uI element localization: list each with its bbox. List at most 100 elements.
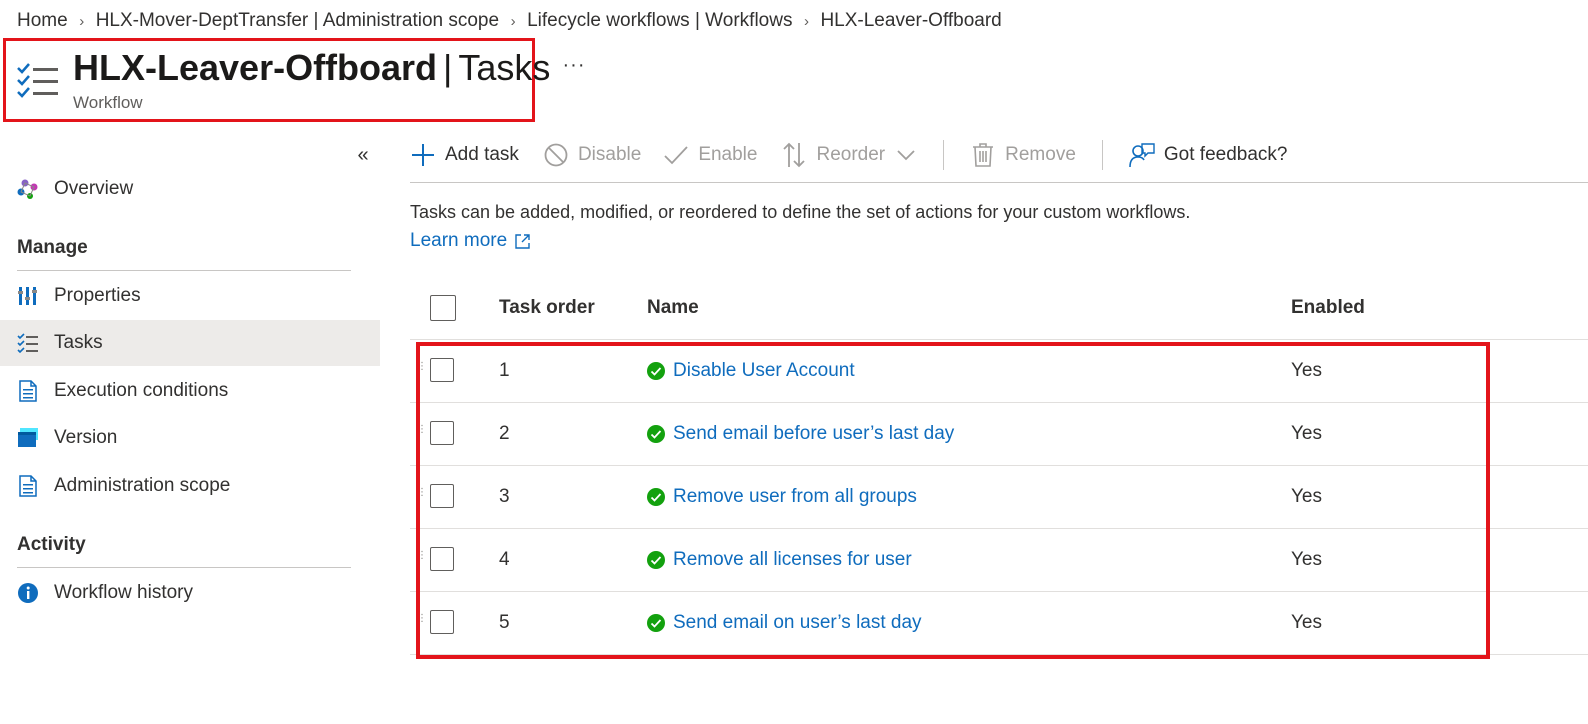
more-options-button[interactable]: ··· [562, 54, 586, 78]
trash-icon [970, 142, 996, 168]
page-title: HLX-Leaver-Offboard | Tasks [73, 46, 550, 90]
add-task-button[interactable]: Add task [410, 137, 519, 173]
task-name-link[interactable]: Send email on user’s last day [673, 612, 922, 634]
drag-handle-icon[interactable]: ⋮ [417, 551, 427, 567]
block-icon [543, 142, 569, 168]
task-name-cell: Send email on user’s last day [647, 612, 922, 634]
select-all-checkbox[interactable] [430, 295, 456, 321]
toolbar-divider [410, 182, 1588, 183]
row-checkbox[interactable] [430, 421, 454, 445]
task-name-cell: Send email before user’s last day [647, 423, 954, 445]
reorder-arrows-icon [781, 142, 807, 168]
task-order: 1 [499, 360, 510, 381]
document-icon [17, 475, 39, 497]
page-description: Tasks can be added, modified, or reorder… [410, 202, 1191, 222]
breadcrumb-current[interactable]: HLX-Leaver-Offboard [820, 10, 1001, 32]
task-enabled: Yes [1291, 486, 1322, 507]
task-name-link[interactable]: Send email before user’s last day [673, 423, 954, 445]
chevron-right-icon: › [79, 12, 85, 30]
task-list-icon [17, 332, 39, 354]
sidebar-item-label: Overview [54, 178, 134, 199]
remove-button[interactable]: Remove [970, 137, 1076, 173]
properties-icon [17, 285, 39, 307]
task-name-cell: Disable User Account [647, 360, 855, 382]
task-order: 3 [499, 486, 510, 507]
table-row[interactable]: ⋮ 1 Disable User Account Yes [410, 340, 1588, 403]
page-subtitle: Workflow [73, 93, 143, 112]
toolbar-separator [943, 140, 945, 170]
page-title-section: Tasks [458, 47, 551, 88]
chevron-right-icon: › [803, 12, 809, 30]
add-task-label: Add task [445, 144, 519, 165]
learn-more-label: Learn more [410, 230, 508, 251]
task-name-cell: Remove all licenses for user [647, 549, 912, 571]
task-name-link[interactable]: Remove user from all groups [673, 486, 917, 508]
sidebar-item-label: Tasks [54, 332, 103, 353]
enable-label: Enable [698, 144, 758, 165]
learn-more-link[interactable]: Learn more [410, 230, 530, 252]
reorder-button[interactable]: Reorder [781, 137, 915, 173]
task-name-cell: Remove user from all groups [647, 486, 917, 508]
breadcrumb-workflows[interactable]: Lifecycle workflows | Workflows [527, 10, 792, 32]
table-row[interactable]: ⋮ 2 Send email before user’s last day Ye… [410, 403, 1588, 466]
toolbar: Add task Disable Enable Reorder Remove G… [410, 137, 1287, 173]
row-checkbox[interactable] [430, 610, 454, 634]
row-checkbox[interactable] [430, 547, 454, 571]
column-header-name[interactable]: Name [647, 297, 699, 319]
chevron-down-icon [897, 149, 915, 161]
task-list-icon [16, 60, 60, 100]
sidebar-item-label: Administration scope [54, 475, 231, 496]
feedback-button[interactable]: Got feedback? [1129, 137, 1288, 173]
remove-label: Remove [1005, 144, 1076, 165]
disable-label: Disable [577, 144, 642, 165]
sidebar-item-label: Properties [54, 285, 141, 306]
document-icon [17, 380, 39, 402]
feedback-label: Got feedback? [1163, 144, 1288, 165]
sidebar-item-tasks[interactable]: Tasks [0, 320, 380, 366]
reorder-label: Reorder [816, 144, 886, 165]
row-checkbox[interactable] [430, 358, 454, 382]
enable-button[interactable]: Enable [663, 137, 757, 173]
sidebar-item-administration-scope[interactable]: Administration scope [0, 463, 380, 509]
check-circle-icon [647, 614, 665, 632]
task-order: 4 [499, 549, 510, 570]
page-title-divider: | [443, 47, 453, 88]
toolbar-separator [1101, 140, 1103, 170]
table-row[interactable]: ⋮ 4 Remove all licenses for user Yes [410, 529, 1588, 592]
drag-handle-icon[interactable]: ⋮ [417, 362, 427, 378]
sidebar-divider [17, 567, 351, 568]
check-circle-icon [647, 425, 665, 443]
sidebar-item-execution-conditions[interactable]: Execution conditions [0, 368, 380, 414]
sidebar-item-workflow-history[interactable]: Workflow history [0, 570, 380, 616]
drag-handle-icon[interactable]: ⋮ [417, 425, 427, 441]
sidebar-item-label: Version [54, 427, 118, 448]
breadcrumb-home[interactable]: Home [17, 10, 68, 32]
task-name-link[interactable]: Remove all licenses for user [673, 549, 912, 571]
disable-button[interactable]: Disable [543, 137, 641, 173]
drag-handle-icon[interactable]: ⋮ [417, 614, 427, 630]
task-enabled: Yes [1291, 612, 1322, 633]
collapse-sidebar-button[interactable]: « [352, 144, 374, 168]
task-order: 2 [499, 423, 510, 444]
task-order: 5 [499, 612, 510, 633]
table-row[interactable]: ⋮ 5 Send email on user’s last day Yes [410, 592, 1588, 655]
sidebar-item-overview[interactable]: Overview [0, 166, 380, 212]
task-name-link[interactable]: Disable User Account [673, 360, 855, 382]
version-icon [17, 427, 39, 449]
drag-handle-icon[interactable]: ⋮ [417, 488, 427, 504]
page-title-main: HLX-Leaver-Offboard [73, 47, 438, 88]
sidebar-item-properties[interactable]: Properties [0, 273, 380, 319]
info-icon [17, 582, 39, 604]
column-header-enabled[interactable]: Enabled [1291, 297, 1365, 319]
sidebar-section-manage: Manage [17, 237, 88, 258]
row-checkbox[interactable] [430, 484, 454, 508]
table-row[interactable]: ⋮ 3 Remove user from all groups Yes [410, 466, 1588, 529]
breadcrumb-admin-scope[interactable]: HLX-Mover-DeptTransfer | Administration … [96, 10, 499, 32]
chevron-right-icon: › [510, 12, 516, 30]
sidebar-item-version[interactable]: Version [0, 415, 380, 461]
sidebar-item-label: Execution conditions [54, 380, 229, 401]
sidebar-item-label: Workflow history [54, 582, 194, 603]
task-enabled: Yes [1291, 423, 1322, 444]
column-header-task-order[interactable]: Task order [499, 297, 595, 319]
plus-icon [410, 142, 436, 168]
